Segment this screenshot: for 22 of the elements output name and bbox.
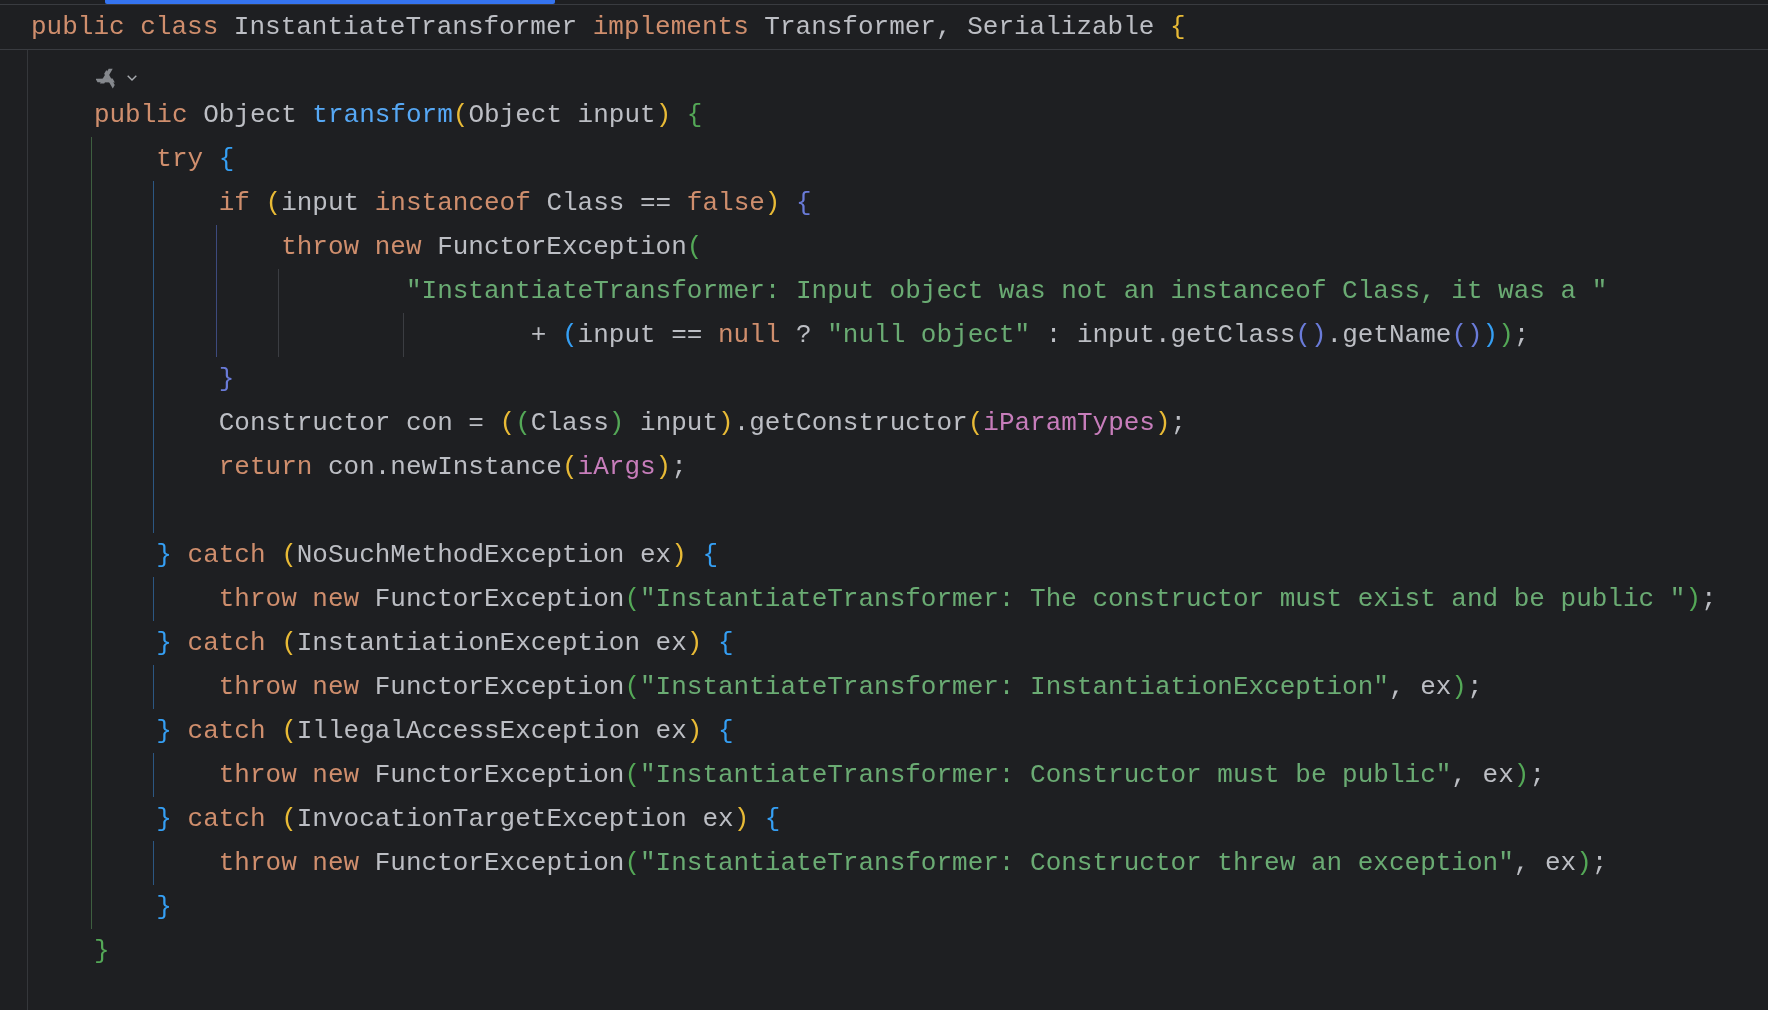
code-line: return con.newInstance(iArgs); [218, 452, 687, 482]
code-line: throw new FunctorException( [281, 232, 703, 262]
code-line: } catch (IllegalAccessException ex) { [156, 716, 734, 746]
code-line: if (input instanceof Class == false) { [218, 188, 812, 218]
code-line: } catch (NoSuchMethodException ex) { [156, 540, 719, 570]
code-line: } [218, 364, 235, 394]
code-line: public class InstantiateTransformer implements Transformer, Serializable { [31, 12, 1186, 42]
code-line: throw new FunctorException("InstantiateTransformer: InstantiationException", ex); [218, 672, 1483, 702]
code-line: throw new FunctorException("InstantiateTransformer: Constructor threw an exception", ex); [218, 848, 1608, 878]
code-line: throw new FunctorException("InstantiateTransformer: The constructor must exist and be public "); [218, 584, 1717, 614]
code-line: } [93, 936, 110, 966]
code-line: "InstantiateTransformer: Input object was not an instanceof Class, it was a " [405, 276, 1608, 306]
code-line: Constructor con = ((Class) input).getConstructor(iParamTypes); [218, 408, 1187, 438]
chevron-down-icon [126, 75, 137, 81]
code-line: throw new FunctorException("InstantiateTransformer: Constructor must be public", ex); [218, 760, 1545, 790]
inlay-hint-button[interactable] [95, 67, 137, 89]
code-line: } [156, 892, 172, 922]
code-line: public Object transform(Object input) { [93, 100, 703, 130]
code-line: try { [156, 144, 235, 174]
code-line: } catch (InstantiationException ex) { [156, 628, 734, 658]
code-line: + (input == null ? "null object" : input.getClass().getName())); [530, 320, 1530, 350]
code-line: } catch (InvocationTargetException ex) { [156, 804, 781, 834]
